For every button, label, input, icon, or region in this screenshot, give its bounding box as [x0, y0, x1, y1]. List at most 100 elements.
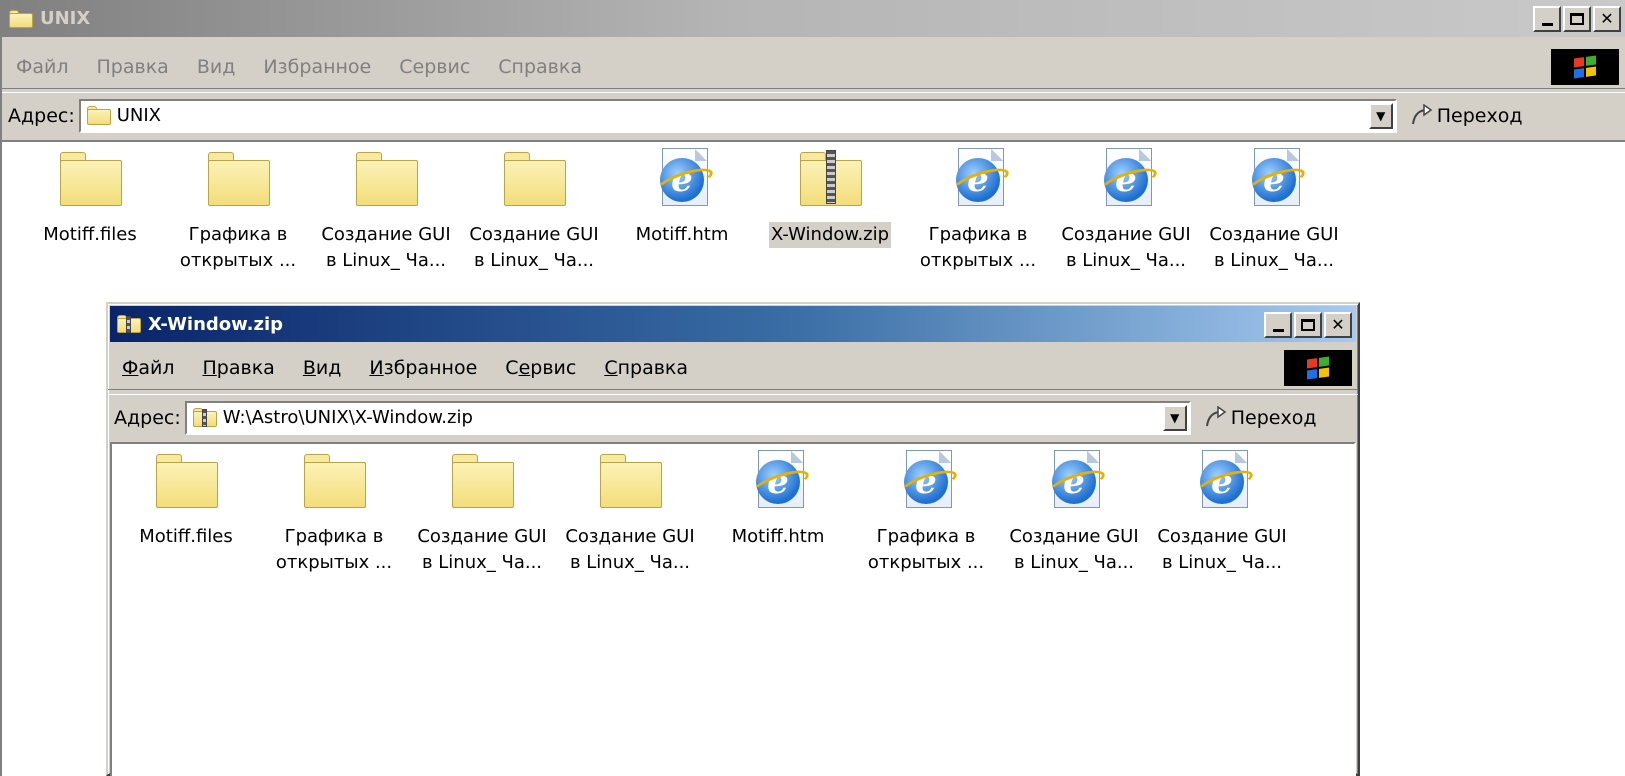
item-label: Motiff.htm	[635, 224, 729, 245]
go-button[interactable]: Переход	[1409, 103, 1522, 128]
inner-window-title: X-Window.zip	[148, 313, 284, 335]
item-label: X-Window.zip	[768, 222, 892, 248]
maximize-button[interactable]	[1563, 6, 1591, 32]
list-item[interactable]: e Создание GUI в Linux_ Ча...	[1148, 450, 1296, 576]
ie-document-icon: e	[944, 148, 1012, 208]
close-icon: ✕	[1331, 315, 1345, 334]
list-item[interactable]: Motiff.files	[16, 148, 164, 274]
item-label: Motiff.files	[139, 526, 233, 547]
menu-favorites[interactable]: Избранное	[355, 357, 491, 379]
menu-help[interactable]: Справка	[590, 357, 702, 379]
inner-caption-buttons: ✕	[1264, 312, 1352, 338]
address-dropdown-button[interactable]: ▼	[1368, 102, 1393, 129]
folder-icon	[204, 148, 272, 208]
zip-folder-icon	[192, 407, 217, 428]
list-item[interactable]: Графика в открытых ...	[164, 148, 312, 274]
outer-caption-buttons: ✕	[1533, 6, 1621, 32]
outer-address-bar: Адрес: UNIX ▼ Переход	[2, 92, 1625, 138]
outer-icon-list: Motiff.files Графика в открытых ... Созда…	[16, 148, 1348, 274]
list-item[interactable]: e Графика в открытых ...	[904, 148, 1052, 274]
item-label: Графика в открытых ...	[275, 526, 393, 573]
inner-title-bar[interactable]: X-Window.zip ✕	[110, 306, 1356, 342]
address-value: W:\Astro\UNIX\X-Window.zip	[222, 407, 473, 428]
list-item[interactable]: e Motiff.htm	[704, 450, 852, 576]
list-item[interactable]: e Motiff.htm	[608, 148, 756, 274]
outer-window-title: UNIX	[40, 8, 91, 29]
maximize-button[interactable]	[1294, 312, 1322, 338]
item-label: Motiff.htm	[731, 526, 825, 547]
minimize-button[interactable]	[1533, 6, 1561, 32]
ie-document-icon: e	[1040, 450, 1108, 510]
zip-folder-icon	[116, 314, 142, 334]
ie-document-icon: e	[1092, 148, 1160, 208]
list-item[interactable]: Создание GUI в Linux_ Ча...	[408, 450, 556, 576]
list-item[interactable]: e Создание GUI в Linux_ Ча...	[1000, 450, 1148, 576]
folder-icon	[8, 9, 34, 29]
address-dropdown-button[interactable]: ▼	[1162, 404, 1187, 431]
menu-help[interactable]: Справка	[484, 56, 596, 78]
folder-icon	[300, 450, 368, 510]
item-label: Графика в открытых ...	[179, 224, 297, 271]
minimize-icon	[1272, 328, 1284, 332]
menu-favorites[interactable]: Избранное	[249, 56, 385, 78]
list-item[interactable]: Графика в открытых ...	[260, 450, 408, 576]
menu-tools[interactable]: Сервис	[491, 357, 590, 379]
go-label: Переход	[1230, 406, 1317, 429]
close-button[interactable]: ✕	[1324, 312, 1352, 338]
list-item[interactable]: Создание GUI в Linux_ Ча...	[460, 148, 608, 274]
item-label: Создание GUI в Linux_ Ча...	[1209, 224, 1339, 271]
ie-document-icon: e	[892, 450, 960, 510]
inner-address-bar: Адрес: W:\Astro\UNIX\X-Window.zip ▼ Пере…	[108, 394, 1358, 440]
item-label: Создание GUI в Linux_ Ча...	[469, 224, 599, 271]
item-label: Создание GUI в Linux_ Ча...	[1009, 526, 1139, 573]
address-label: Адрес:	[114, 406, 181, 429]
outer-title-bar[interactable]: UNIX ✕	[2, 0, 1625, 37]
ie-document-icon: e	[648, 148, 716, 208]
maximize-icon	[1570, 13, 1584, 25]
item-label: Создание GUI в Linux_ Ча...	[1157, 526, 1287, 573]
list-item[interactable]: e Создание GUI в Linux_ Ча...	[1052, 148, 1200, 274]
address-label: Адрес:	[8, 104, 75, 127]
inner-file-view[interactable]: Motiff.files Графика в открытых ... Созда…	[110, 442, 1356, 776]
folder-icon	[86, 105, 111, 126]
address-input[interactable]: UNIX ▼	[78, 98, 1397, 133]
item-label: Motiff.files	[43, 224, 137, 245]
folder-icon	[352, 148, 420, 208]
menu-edit[interactable]: Правка	[83, 56, 183, 78]
item-label: Графика в открытых ...	[867, 526, 985, 573]
list-item[interactable]: Создание GUI в Linux_ Ча...	[312, 148, 460, 274]
list-item[interactable]: e Графика в открытых ...	[852, 450, 1000, 576]
go-button[interactable]: Переход	[1203, 405, 1317, 430]
list-item[interactable]: Создание GUI в Linux_ Ча...	[556, 450, 704, 576]
item-label: Создание GUI в Linux_ Ча...	[1061, 224, 1191, 271]
go-arrow-icon	[1409, 103, 1435, 128]
menu-edit[interactable]: Правка	[189, 357, 289, 379]
windows-logo-icon	[1284, 350, 1352, 386]
menu-view[interactable]: Вид	[183, 56, 250, 78]
minimize-button[interactable]	[1264, 312, 1292, 338]
address-value: UNIX	[116, 105, 162, 126]
close-button[interactable]: ✕	[1593, 6, 1621, 32]
go-arrow-icon	[1203, 405, 1229, 430]
chevron-down-icon: ▼	[1376, 108, 1386, 123]
menu-tools[interactable]: Сервис	[385, 56, 484, 78]
list-item[interactable]: e Создание GUI в Linux_ Ча...	[1200, 148, 1348, 274]
folder-icon	[596, 450, 664, 510]
folder-icon	[448, 450, 516, 510]
item-label: Создание GUI в Linux_ Ча...	[321, 224, 451, 271]
close-icon: ✕	[1600, 9, 1614, 28]
windows-logo-icon	[1551, 49, 1619, 85]
chevron-down-icon: ▼	[1170, 410, 1180, 425]
list-item-selected[interactable]: X-Window.zip	[756, 148, 904, 274]
zip-folder-icon	[796, 148, 864, 208]
menu-file[interactable]: Файл	[2, 56, 83, 78]
outer-menu-bar: Файл Правка Вид Избранное Сервис Справка	[2, 45, 1625, 89]
folder-icon	[500, 148, 568, 208]
menu-file[interactable]: Файл	[108, 357, 189, 379]
item-label: Создание GUI в Linux_ Ча...	[417, 526, 547, 573]
address-input[interactable]: W:\Astro\UNIX\X-Window.zip ▼	[184, 400, 1191, 435]
menu-view[interactable]: Вид	[289, 357, 356, 379]
folder-icon	[152, 450, 220, 510]
item-label: Графика в открытых ...	[919, 224, 1037, 271]
list-item[interactable]: Motiff.files	[112, 450, 260, 576]
